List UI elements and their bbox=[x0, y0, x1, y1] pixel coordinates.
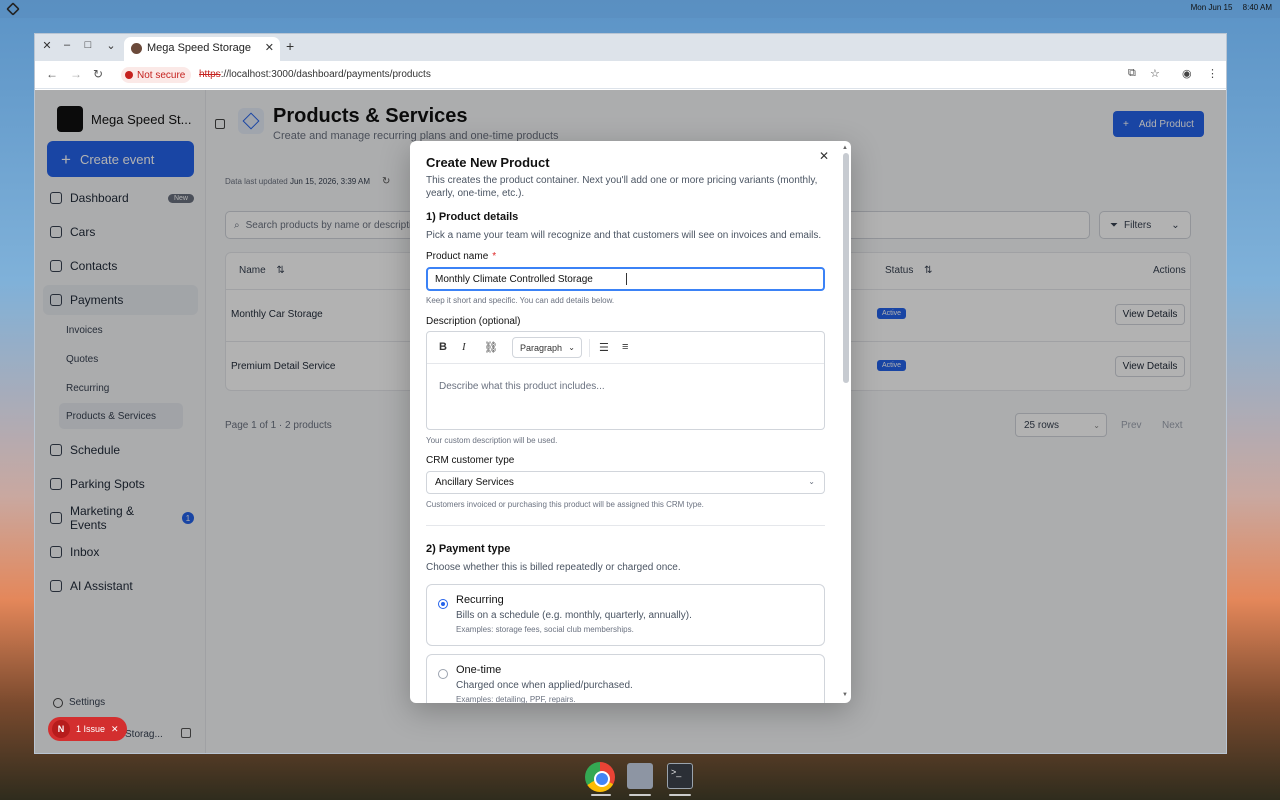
os-topbar: Mon Jun 15 8:40 AM bbox=[0, 0, 1280, 18]
numbered-list-icon[interactable]: ≡ bbox=[622, 341, 628, 353]
product-name-value: Monthly Climate Controlled Storage bbox=[435, 273, 593, 285]
tab-search-icon[interactable]: ⌄ bbox=[103, 39, 119, 52]
close-icon[interactable]: ✕ bbox=[111, 724, 119, 735]
profile-icon[interactable]: ◉ bbox=[1182, 67, 1192, 80]
back-icon[interactable]: ← bbox=[46, 67, 58, 81]
link-icon[interactable]: ⛓ bbox=[484, 341, 498, 354]
description-label: Description (optional) bbox=[426, 316, 521, 327]
option-description: Bills on a schedule (e.g. monthly, quart… bbox=[456, 610, 692, 621]
url-scheme: https bbox=[199, 69, 221, 80]
dialog-scrollbar[interactable] bbox=[843, 153, 849, 383]
toolbar-divider bbox=[589, 339, 590, 357]
bold-icon[interactable]: B bbox=[439, 341, 447, 353]
option-examples: Examples: storage fees, social club memb… bbox=[456, 625, 634, 634]
create-product-dialog: ▲ ▼ ✕ Create New Product This creates th… bbox=[410, 141, 851, 703]
editor-toolbar: B I ⛓ Paragraph ⌄ ☰ ≡ bbox=[427, 332, 824, 364]
os-date: Mon Jun 15 bbox=[1190, 3, 1233, 12]
field-hint: Your custom description will be used. bbox=[426, 436, 558, 445]
browser-tab[interactable]: Mega Speed Storage ✕ bbox=[124, 37, 280, 61]
field-hint: Keep it short and specific. You can add … bbox=[426, 296, 615, 305]
payment-type-recurring[interactable]: Recurring Bills on a schedule (e.g. mont… bbox=[426, 584, 825, 646]
crm-type-select[interactable]: Ancillary Services ⌄ bbox=[426, 471, 825, 494]
new-tab-icon[interactable]: + bbox=[286, 38, 294, 54]
not-secure-chip[interactable]: Not secure bbox=[121, 67, 192, 83]
url-path: ://localhost:3000/dashboard/payments/pro… bbox=[220, 69, 431, 80]
chevron-down-icon: ⌄ bbox=[568, 343, 575, 352]
address-bar: ← → ↻ Not secure https://localhost:3000/… bbox=[35, 61, 1226, 89]
issue-count: 1 Issue bbox=[76, 724, 106, 734]
minimize-icon[interactable]: – bbox=[59, 39, 75, 51]
radio-icon[interactable] bbox=[438, 669, 448, 679]
tab-close-icon[interactable]: ✕ bbox=[265, 41, 274, 54]
crm-type-label: CRM customer type bbox=[426, 455, 515, 466]
files-icon[interactable] bbox=[627, 763, 653, 789]
product-name-input[interactable]: Monthly Climate Controlled Storage bbox=[426, 267, 825, 291]
chevron-down-icon: ⌄ bbox=[808, 477, 815, 486]
option-description: Charged once when applied/purchased. bbox=[456, 680, 633, 691]
maximize-icon[interactable]: □ bbox=[80, 39, 96, 51]
running-indicator bbox=[629, 794, 651, 796]
tab-title: Mega Speed Storage bbox=[147, 42, 251, 54]
product-name-label: Product name * bbox=[426, 251, 496, 262]
bookmark-star-icon[interactable]: ☆ bbox=[1150, 67, 1160, 80]
option-title: One-time bbox=[456, 664, 502, 676]
os-logo-icon[interactable] bbox=[6, 2, 20, 16]
section-description: Pick a name your team will recognize and… bbox=[426, 230, 822, 241]
bullet-list-icon[interactable]: ☰ bbox=[599, 341, 609, 354]
crm-type-value: Ancillary Services bbox=[435, 477, 514, 488]
menu-kebab-icon[interactable]: ⋮ bbox=[1207, 67, 1218, 80]
chrome-icon[interactable] bbox=[585, 762, 615, 792]
section-title: 1) Product details bbox=[426, 211, 519, 223]
italic-icon[interactable]: I bbox=[462, 341, 466, 353]
option-examples: Examples: detailing, PPF, repairs. bbox=[456, 695, 576, 703]
option-title: Recurring bbox=[456, 594, 504, 606]
description-editor: B I ⛓ Paragraph ⌄ ☰ ≡ Describe what this… bbox=[426, 331, 825, 430]
dialog-description: This creates the product container. Next… bbox=[426, 175, 818, 199]
section-description: Choose whether this is billed repeatedly… bbox=[426, 562, 681, 573]
required-marker: * bbox=[492, 251, 497, 262]
text-cursor-icon bbox=[626, 273, 627, 285]
taskbar-dock: >_ bbox=[579, 758, 701, 798]
dialog-title: Create New Product bbox=[426, 155, 550, 170]
running-indicator bbox=[591, 794, 611, 796]
tab-strip: ✕ – □ ⌄ Mega Speed Storage ✕ + bbox=[35, 34, 1226, 61]
field-hint: Customers invoiced or purchasing this pr… bbox=[426, 500, 704, 509]
running-indicator bbox=[669, 794, 691, 796]
scroll-up-icon[interactable]: ▲ bbox=[842, 145, 848, 151]
close-window-icon[interactable]: ✕ bbox=[39, 39, 55, 52]
install-icon[interactable]: ⧉ bbox=[1128, 67, 1136, 80]
payment-type-one-time[interactable]: One-time Charged once when applied/purch… bbox=[426, 654, 825, 703]
scroll-down-icon[interactable]: ▼ bbox=[842, 692, 848, 698]
os-time: 8:40 AM bbox=[1242, 3, 1272, 12]
reload-icon[interactable]: ↻ bbox=[93, 67, 103, 81]
url-text[interactable]: https://localhost:3000/dashboard/payment… bbox=[199, 69, 431, 80]
nextjs-logo-icon: N bbox=[52, 720, 70, 738]
not-secure-label: Not secure bbox=[137, 69, 186, 81]
paragraph-select[interactable]: Paragraph ⌄ bbox=[512, 337, 582, 358]
close-icon[interactable]: ✕ bbox=[819, 149, 829, 163]
description-input[interactable]: Describe what this product includes... bbox=[439, 381, 605, 392]
paragraph-value: Paragraph bbox=[520, 342, 563, 353]
omnibox[interactable]: Not secure https://localhost:3000/dashbo… bbox=[115, 65, 1125, 85]
section-divider bbox=[426, 525, 825, 526]
radio-selected-icon[interactable] bbox=[438, 599, 448, 609]
os-clock[interactable]: Mon Jun 15 8:40 AM bbox=[1183, 3, 1272, 12]
warning-icon bbox=[125, 71, 133, 79]
section-title: 2) Payment type bbox=[426, 543, 511, 555]
favicon-icon bbox=[131, 43, 142, 54]
terminal-icon[interactable]: >_ bbox=[667, 763, 693, 789]
forward-icon[interactable]: → bbox=[70, 67, 82, 81]
issues-pill[interactable]: N 1 Issue ✕ bbox=[48, 717, 127, 741]
label-text: Product name bbox=[426, 251, 489, 262]
